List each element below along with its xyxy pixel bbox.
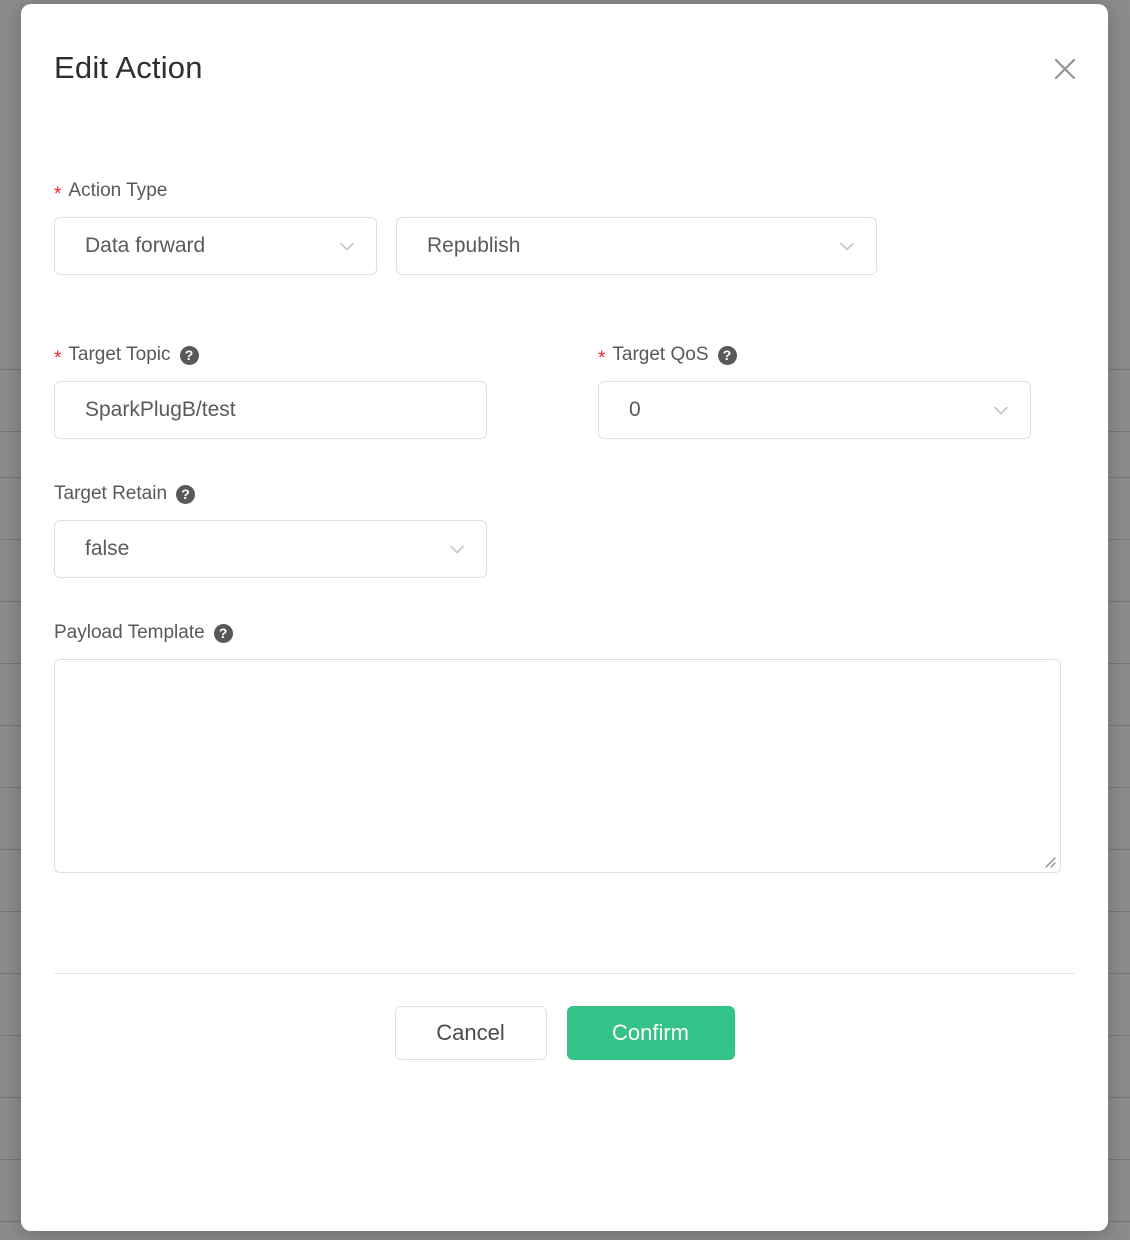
action-type-row: Data forward Republish (54, 217, 1075, 275)
help-circle-icon[interactable]: ? (180, 346, 199, 365)
confirm-button[interactable]: Confirm (567, 1006, 735, 1060)
target-topic-input[interactable]: SparkPlugB/test (54, 381, 487, 439)
target-retain-value: false (85, 537, 436, 561)
field-target-retain: Target Retain ? false (54, 482, 487, 578)
help-circle-icon[interactable]: ? (176, 485, 195, 504)
target-qos-value: 0 (629, 398, 980, 422)
target-topic-value: SparkPlugB/test (85, 398, 468, 422)
field-label-target-topic: * Target Topic ? (54, 343, 487, 367)
close-icon[interactable] (1048, 52, 1082, 86)
help-circle-icon[interactable]: ? (718, 346, 737, 365)
action-subtype-value: Republish (427, 234, 826, 258)
chevron-down-icon (836, 235, 858, 257)
label-text: Action Type (68, 179, 167, 203)
field-target-topic: * Target Topic ? SparkPlugB/test (54, 343, 487, 439)
page-title: Edit Action (54, 49, 1068, 86)
label-text: Payload Template (54, 621, 205, 645)
field-payload-template: Payload Template ? (54, 621, 1061, 873)
field-label-action-type: * Action Type (54, 179, 1075, 203)
edit-action-dialog: Edit Action * Action Type Data forward (21, 4, 1108, 1231)
action-subtype-select[interactable]: Republish (396, 217, 877, 275)
dialog-footer: Cancel Confirm (21, 974, 1108, 1060)
target-retain-select[interactable]: false (54, 520, 487, 578)
label-text: Target Topic (68, 343, 170, 367)
field-target-qos: * Target QoS ? 0 (598, 343, 1031, 439)
field-label-payload-template: Payload Template ? (54, 621, 1061, 645)
chevron-down-icon (446, 538, 468, 560)
target-qos-select[interactable]: 0 (598, 381, 1031, 439)
required-asterisk: * (598, 349, 605, 368)
field-label-target-retain: Target Retain ? (54, 482, 487, 506)
label-text: Target QoS (612, 343, 708, 367)
action-type-select[interactable]: Data forward (54, 217, 377, 275)
required-asterisk: * (54, 185, 61, 204)
resize-handle-icon[interactable] (1040, 852, 1056, 868)
field-action-type: * Action Type Data forward Republish (54, 179, 1075, 275)
field-label-target-qos: * Target QoS ? (598, 343, 1031, 367)
required-asterisk: * (54, 349, 61, 368)
chevron-down-icon (990, 399, 1012, 421)
action-type-value: Data forward (85, 234, 326, 258)
help-circle-icon[interactable]: ? (214, 624, 233, 643)
payload-template-textarea[interactable] (54, 659, 1061, 873)
dialog-header: Edit Action (21, 4, 1108, 124)
label-text: Target Retain (54, 482, 167, 506)
cancel-button[interactable]: Cancel (395, 1006, 547, 1060)
chevron-down-icon (336, 235, 358, 257)
dialog-body: * Action Type Data forward Republish (21, 124, 1108, 873)
target-row: * Target Topic ? SparkPlugB/test * Targe… (54, 343, 1075, 439)
